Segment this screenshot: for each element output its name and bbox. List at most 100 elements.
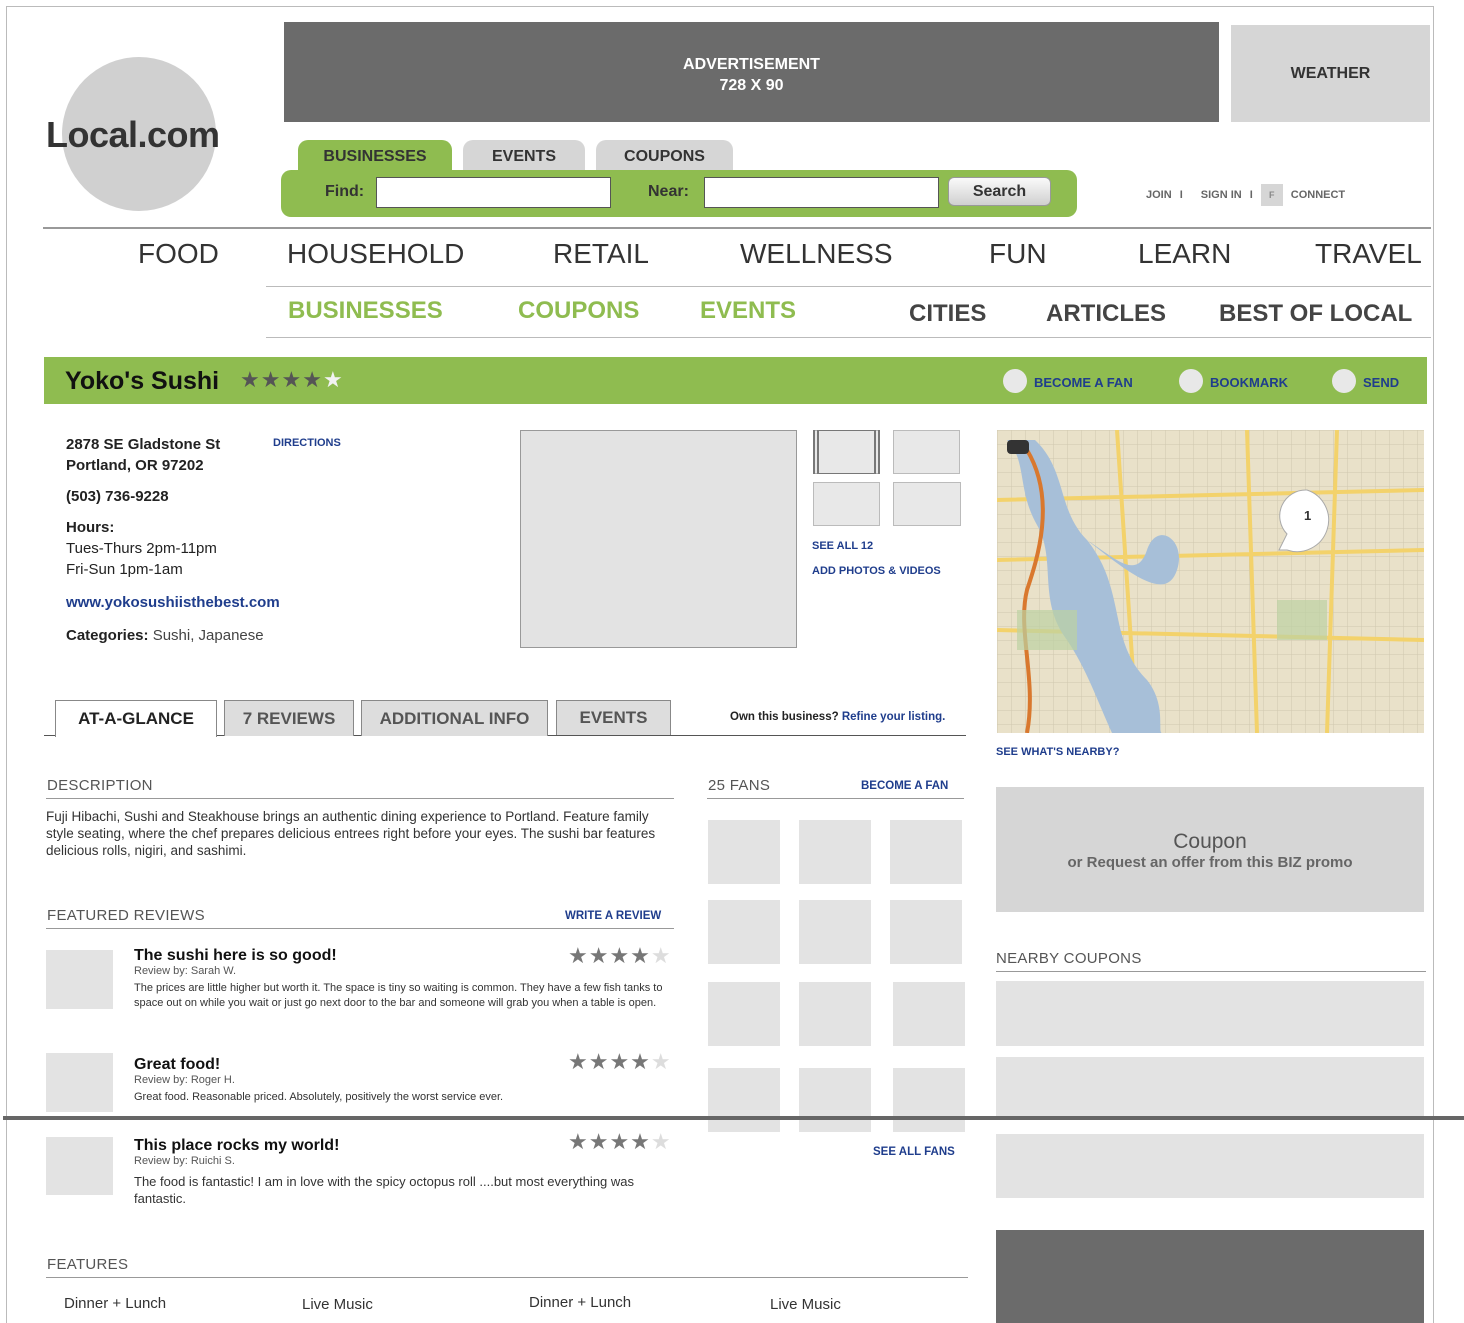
tab-businesses-label: BUSINESSES xyxy=(323,148,427,165)
near-input[interactable] xyxy=(704,177,939,208)
subnav-events[interactable]: EVENTS xyxy=(700,297,796,325)
fan-avatar[interactable] xyxy=(893,982,965,1046)
bookmark-icon[interactable] xyxy=(1179,369,1203,393)
nearby-coupon[interactable] xyxy=(996,1134,1424,1198)
business-rating-stars: ★★★★★ xyxy=(240,367,344,393)
subnav-cities[interactable]: CITIES xyxy=(909,300,986,328)
tab-coupons[interactable]: COUPONS xyxy=(596,140,733,173)
ad-title: ADVERTISEMENT xyxy=(683,56,820,73)
reviews-divider xyxy=(46,928,674,929)
see-nearby-link[interactable]: SEE WHAT'S NEARBY? xyxy=(996,746,1119,758)
join-link[interactable]: JOIN xyxy=(1146,189,1172,201)
see-all-fans-link[interactable]: SEE ALL FANS xyxy=(873,1146,955,1158)
subnav-best-of-local[interactable]: BEST OF LOCAL xyxy=(1219,300,1412,328)
fan-avatar[interactable] xyxy=(799,900,871,964)
categories: Categories: Sushi, Japanese xyxy=(66,625,280,646)
fan-avatar[interactable] xyxy=(893,1068,965,1132)
signin-link[interactable]: SIGN IN xyxy=(1201,189,1242,201)
phone: (503) 736-9228 xyxy=(66,488,169,505)
description-divider xyxy=(46,798,674,799)
own-business: Own this business? Refine your listing. xyxy=(730,711,945,723)
feature-item: Dinner + Lunch xyxy=(64,1295,167,1312)
become-fan-icon[interactable] xyxy=(1003,369,1027,393)
features-divider xyxy=(46,1277,968,1278)
business-info: 2878 SE Gladstone St Portland, OR 97202 … xyxy=(66,434,280,646)
bookmark-button[interactable]: BOOKMARK xyxy=(1210,375,1288,390)
tab-at-a-glance[interactable]: AT-A-GLANCE xyxy=(55,700,217,737)
connect-link[interactable]: CONNECT xyxy=(1291,189,1345,201)
hours-line-1: Tues-Thurs 2pm-11pm xyxy=(66,540,217,557)
fan-avatar[interactable] xyxy=(799,820,871,884)
subnav-articles[interactable]: ARTICLES xyxy=(1046,300,1166,328)
featured-reviews-header: FEATURED REVIEWS xyxy=(47,907,205,924)
review-rating: ★★★★★ xyxy=(568,943,672,968)
tab-coupons-label: COUPONS xyxy=(624,148,705,165)
category-household[interactable]: HOUSEHOLD xyxy=(287,238,464,270)
fan-avatar[interactable] xyxy=(708,1068,780,1132)
main-photo[interactable] xyxy=(520,430,797,648)
add-photos-link[interactable]: ADD PHOTOS & VIDEOS xyxy=(812,565,941,577)
website-link[interactable]: www.yokosushiisthebest.com xyxy=(66,592,280,613)
description-body: Fuji Hibachi, Sushi and Steakhouse bring… xyxy=(46,809,656,858)
review-body: The prices are little higher but worth i… xyxy=(134,982,663,1009)
tab-additional-info[interactable]: ADDITIONAL INFO xyxy=(361,700,548,736)
fan-avatar[interactable] xyxy=(890,900,962,964)
find-label: Find: xyxy=(325,183,365,200)
see-all-photos-link[interactable]: SEE ALL 12 xyxy=(812,540,873,552)
search-button[interactable]: Search xyxy=(948,177,1051,206)
fan-avatar[interactable] xyxy=(708,820,780,884)
fan-avatar[interactable] xyxy=(708,900,780,964)
video-thumbnail[interactable] xyxy=(813,430,880,474)
photo-thumbnail[interactable] xyxy=(813,482,880,526)
subnav-coupons[interactable]: COUPONS xyxy=(518,297,639,325)
category-retail[interactable]: RETAIL xyxy=(553,238,649,270)
become-fan-link[interactable]: BECOME A FAN xyxy=(861,780,948,792)
ad-banner[interactable]: ADVERTISEMENT 728 X 90 xyxy=(284,22,1219,122)
tab-businesses[interactable]: BUSINESSES xyxy=(298,140,452,173)
features-header: FEATURES xyxy=(47,1256,129,1273)
map[interactable]: 1 xyxy=(997,430,1424,733)
reviewer-avatar[interactable] xyxy=(46,1053,113,1112)
review-rating: ★★★★★ xyxy=(568,1049,672,1074)
tab-events-detail[interactable]: EVENTS xyxy=(556,700,671,735)
ad-block[interactable] xyxy=(996,1230,1424,1323)
star-empty-icon: ★ xyxy=(322,367,344,392)
send-button[interactable]: SEND xyxy=(1363,375,1399,390)
category-fun[interactable]: FUN xyxy=(989,238,1047,270)
address-line-2: Portland, OR 97202 xyxy=(66,457,204,474)
weather-widget[interactable]: WEATHER xyxy=(1231,25,1430,122)
fan-avatar[interactable] xyxy=(799,1068,871,1132)
map-pin-label[interactable]: 1 xyxy=(1304,508,1311,523)
refine-listing-link[interactable]: Refine your listing. xyxy=(842,711,946,723)
fan-avatar[interactable] xyxy=(799,982,871,1046)
facebook-icon[interactable]: F xyxy=(1260,184,1283,206)
fan-avatar[interactable] xyxy=(708,982,780,1046)
tab-events[interactable]: EVENTS xyxy=(463,140,585,173)
reviewer-avatar[interactable] xyxy=(46,950,113,1009)
reviewer-avatar[interactable] xyxy=(46,1137,113,1195)
photo-thumbnail[interactable] xyxy=(893,430,960,474)
account-links: JOIN I SIGN IN I F CONNECT xyxy=(1146,184,1345,206)
nearby-coupons-divider xyxy=(996,971,1426,972)
nearby-coupon[interactable] xyxy=(996,1057,1424,1117)
photo-thumbnail[interactable] xyxy=(893,482,961,526)
category-food[interactable]: FOOD xyxy=(138,238,219,270)
become-fan-button[interactable]: BECOME A FAN xyxy=(1034,375,1133,390)
star-icon: ★ xyxy=(302,367,323,392)
fan-avatar[interactable] xyxy=(890,820,962,884)
send-icon[interactable] xyxy=(1332,369,1356,393)
write-review-link[interactable]: WRITE A REVIEW xyxy=(565,910,661,922)
tab-reviews[interactable]: 7 REVIEWS xyxy=(224,700,354,736)
directions-link[interactable]: DIRECTIONS xyxy=(273,437,341,449)
own-business-text: Own this business? xyxy=(730,711,842,723)
nearby-coupon[interactable] xyxy=(996,981,1424,1046)
category-wellness[interactable]: WELLNESS xyxy=(740,238,893,270)
logo[interactable]: Local.com xyxy=(46,114,220,156)
category-learn[interactable]: LEARN xyxy=(1138,238,1231,270)
find-input[interactable] xyxy=(376,177,611,208)
fans-header: 25 FANS xyxy=(708,777,771,794)
coupon-box[interactable]: Coupon or Request an offer from this BIZ… xyxy=(996,787,1424,912)
category-travel[interactable]: TRAVEL xyxy=(1315,238,1422,270)
subnav-businesses[interactable]: BUSINESSES xyxy=(288,297,443,325)
review-body: Great food. Reasonable priced. Absolutel… xyxy=(134,1091,504,1103)
